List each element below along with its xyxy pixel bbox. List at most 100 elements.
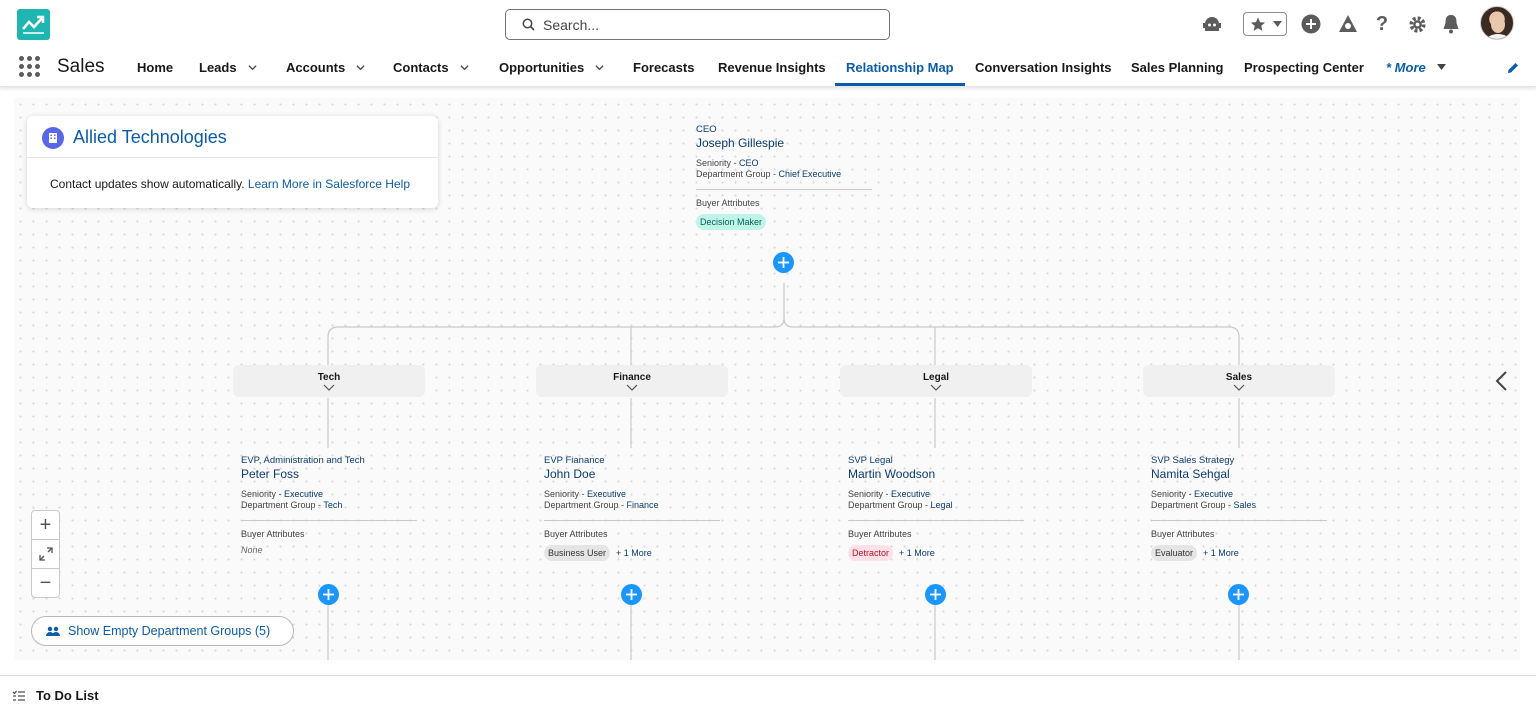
contact-card[interactable]: SVP Legal Martin Woodson Seniority - Exe…	[848, 455, 1024, 561]
more-attributes-link[interactable]: + 1 More	[1203, 548, 1239, 558]
trailhead-icon[interactable]	[1336, 12, 1360, 36]
plus-icon	[1233, 589, 1244, 600]
help-icon[interactable]: ?	[1372, 12, 1392, 36]
department-value: Chief Executive	[778, 169, 842, 179]
contact-card[interactable]: EVP Fianance John Doe Seniority - Execut…	[544, 455, 720, 561]
department-label: Legal	[922, 372, 950, 383]
favorites-star-icon[interactable]	[1243, 12, 1287, 36]
nav-item-contacts[interactable]: Contacts	[393, 48, 469, 86]
zoom-in-button[interactable]: +	[32, 511, 59, 540]
expand-icon	[38, 547, 53, 561]
nav-item-forecasts[interactable]: Forecasts	[633, 48, 694, 86]
seniority-value: Executive	[587, 489, 627, 499]
nav-item-label: Accounts	[286, 59, 346, 75]
contact-card[interactable]: SVP Sales Strategy Namita Sehgal Seniori…	[1151, 455, 1327, 561]
contact-title: SVP Sales Strategy	[1151, 455, 1235, 466]
buyer-attributes-label: Buyer Attributes	[696, 198, 760, 208]
nav-item-accounts[interactable]: Accounts	[286, 48, 365, 86]
more-attributes-link[interactable]: + 1 More	[899, 548, 935, 558]
chevron-down-icon[interactable]	[595, 63, 604, 72]
avatar[interactable]	[1480, 6, 1514, 40]
app-name: Sales	[57, 56, 105, 77]
fit-to-screen-button[interactable]	[32, 540, 59, 569]
add-contact-button[interactable]	[621, 584, 642, 605]
card-divider	[848, 520, 1024, 521]
department-value: Tech	[323, 500, 343, 510]
caret-down-icon	[1436, 64, 1446, 70]
chevron-left-icon[interactable]	[1494, 370, 1508, 392]
add-contact-button[interactable]	[925, 584, 946, 605]
buyer-attribute-tag: Evaluator	[1151, 545, 1198, 561]
agent-icon[interactable]	[1200, 12, 1224, 36]
contact-title: EVP, Administration and Tech	[241, 455, 365, 466]
department-value: Finance	[626, 500, 659, 510]
department-group-sales[interactable]: Sales	[1143, 365, 1335, 397]
chevron-down-icon	[626, 384, 638, 391]
chevron-down-icon[interactable]	[356, 63, 365, 72]
nav-item-sales-planning[interactable]: Sales Planning	[1131, 48, 1223, 86]
add-contact-button[interactable]	[773, 252, 794, 273]
add-contact-button[interactable]	[318, 584, 339, 605]
app-logo-icon[interactable]	[17, 9, 50, 40]
nav-item-revenue-insights[interactable]: Revenue Insights	[718, 48, 826, 86]
seniority-label: Seniority -	[1151, 489, 1195, 499]
global-header: Search... ?	[0, 0, 1536, 48]
department-group-legal[interactable]: Legal	[840, 365, 1032, 397]
department-group-finance[interactable]: Finance	[536, 365, 728, 397]
contact-name[interactable]: John Doe	[544, 467, 720, 481]
help-link[interactable]: Learn More in Salesforce Help	[248, 177, 410, 191]
app-launcher-icon[interactable]	[19, 56, 40, 77]
show-empty-departments-button[interactable]: Show Empty Department Groups (5)	[31, 616, 294, 646]
department-line: Department Group - Finance	[544, 500, 720, 510]
contact-name[interactable]: Martin Woodson	[848, 467, 1024, 481]
buyer-attribute-none: None	[241, 545, 263, 555]
chevron-down-icon	[323, 384, 335, 391]
utility-bar: To Do List	[0, 675, 1536, 715]
card-divider	[544, 520, 720, 521]
contact-card[interactable]: EVP, Administration and Tech Peter Foss …	[241, 455, 417, 555]
chevron-down-icon[interactable]	[460, 63, 469, 72]
add-icon[interactable]	[1299, 12, 1323, 36]
seniority-label: Seniority -	[696, 158, 740, 168]
plus-icon	[930, 589, 941, 600]
department-label: Tech	[317, 372, 341, 383]
account-title[interactable]: Allied Technologies	[73, 127, 227, 148]
contact-name[interactable]: Peter Foss	[241, 467, 417, 481]
seniority-line: Seniority - CEO	[696, 158, 872, 168]
department-label: Department Group -	[1151, 500, 1234, 510]
nav-item-prospecting-center[interactable]: Prospecting Center	[1244, 48, 1364, 86]
add-contact-button[interactable]	[1228, 584, 1249, 605]
bell-icon[interactable]	[1440, 12, 1462, 36]
seniority-label: Seniority -	[544, 489, 588, 499]
edit-nav-pencil-icon[interactable]	[1506, 61, 1520, 75]
zoom-out-icon: −	[39, 572, 52, 594]
seniority-value: Executive	[284, 489, 324, 499]
contact-name[interactable]: Namita Sehgal	[1151, 467, 1327, 481]
chevron-down-icon	[930, 384, 942, 391]
nav-item-label: Relationship Map	[846, 59, 954, 75]
nav-item-leads[interactable]: Leads	[199, 48, 257, 86]
message-text: Contact updates show automatically.	[50, 177, 245, 191]
contact-title: SVP Legal	[848, 455, 893, 466]
more-attributes-link[interactable]: + 1 More	[616, 548, 652, 558]
settings-gear-icon[interactable]	[1406, 12, 1428, 36]
zoom-in-icon: +	[39, 513, 52, 536]
department-label: Department Group -	[241, 500, 324, 510]
todo-list-button[interactable]: To Do List	[36, 688, 99, 703]
nav-item-conversation-insights[interactable]: Conversation Insights	[975, 48, 1112, 86]
contact-card-ceo[interactable]: CEO Joseph Gillespie Seniority - CEO Dep…	[696, 124, 872, 230]
nav-item-opportunities[interactable]: Opportunities	[499, 48, 604, 86]
department-group-tech[interactable]: Tech	[233, 365, 425, 397]
nav-item-label: Sales Planning	[1131, 59, 1224, 75]
nav-more-menu[interactable]: * More	[1386, 48, 1446, 86]
zoom-out-button[interactable]: −	[32, 569, 59, 598]
contact-name[interactable]: Joseph Gillespie	[696, 136, 872, 150]
department-line: Department Group - Tech	[241, 500, 417, 510]
nav-item-relationship-map[interactable]: Relationship Map	[835, 48, 965, 86]
search-input[interactable]: Search...	[505, 9, 890, 40]
chevron-down-icon[interactable]	[248, 63, 257, 72]
zoom-controls: + −	[31, 510, 60, 598]
app-navigation-bar: Sales Home Leads Accounts Contacts Oppor…	[0, 48, 1536, 87]
nav-item-home[interactable]: Home	[137, 48, 173, 86]
buyer-attribute-tag: Decision Maker	[696, 214, 767, 230]
